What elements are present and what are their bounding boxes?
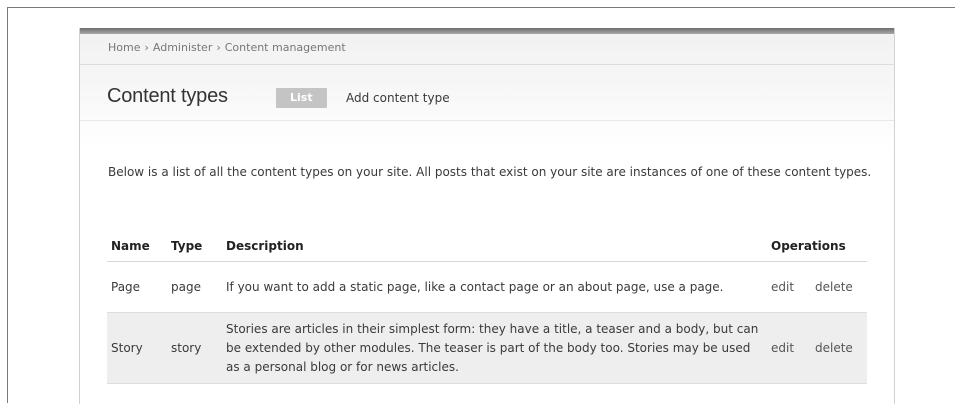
intro-text: Below is a list of all the content types… — [108, 165, 872, 179]
page-title: Content types — [107, 85, 228, 107]
content-panel: Home › Administer › Content management Conte… — [79, 28, 895, 404]
table-header-row: Name Type Description Operations — [107, 234, 867, 262]
edit-link[interactable]: edit — [771, 341, 794, 355]
header-name: Name — [107, 234, 167, 262]
row-description: Stories are articles in their simplest f… — [222, 312, 767, 384]
delete-link[interactable]: delete — [815, 280, 853, 294]
header-type: Type — [167, 234, 222, 262]
delete-link[interactable]: delete — [815, 341, 853, 355]
breadcrumb-content-management[interactable]: Content management — [225, 41, 346, 54]
table-row: Story story Stories are articles in thei… — [107, 312, 867, 384]
breadcrumb-separator: › — [216, 41, 221, 54]
breadcrumb-divider — [80, 64, 894, 65]
title-divider — [80, 120, 894, 121]
table-row: Page page If you want to add a static pa… — [107, 262, 867, 313]
tab-list[interactable]: List — [276, 88, 327, 108]
breadcrumb: Home › Administer › Content management — [108, 41, 346, 54]
breadcrumb-administer[interactable]: Administer — [153, 41, 212, 54]
breadcrumb-home[interactable]: Home — [108, 41, 140, 54]
breadcrumb-separator: › — [144, 41, 149, 54]
row-type: page — [171, 279, 201, 294]
header-operations: Operations — [767, 234, 867, 262]
edit-link[interactable]: edit — [771, 280, 794, 294]
content-types-table: Name Type Description Operations Page pa… — [107, 234, 867, 384]
row-description: If you want to add a static page, like a… — [226, 279, 724, 294]
header-description: Description — [222, 234, 767, 262]
row-name: Page — [111, 279, 141, 294]
tab-add-content-type[interactable]: Add content type — [346, 88, 450, 108]
panel-top-bar — [80, 28, 894, 34]
row-type: story — [167, 312, 222, 384]
row-name: Story — [107, 312, 167, 384]
